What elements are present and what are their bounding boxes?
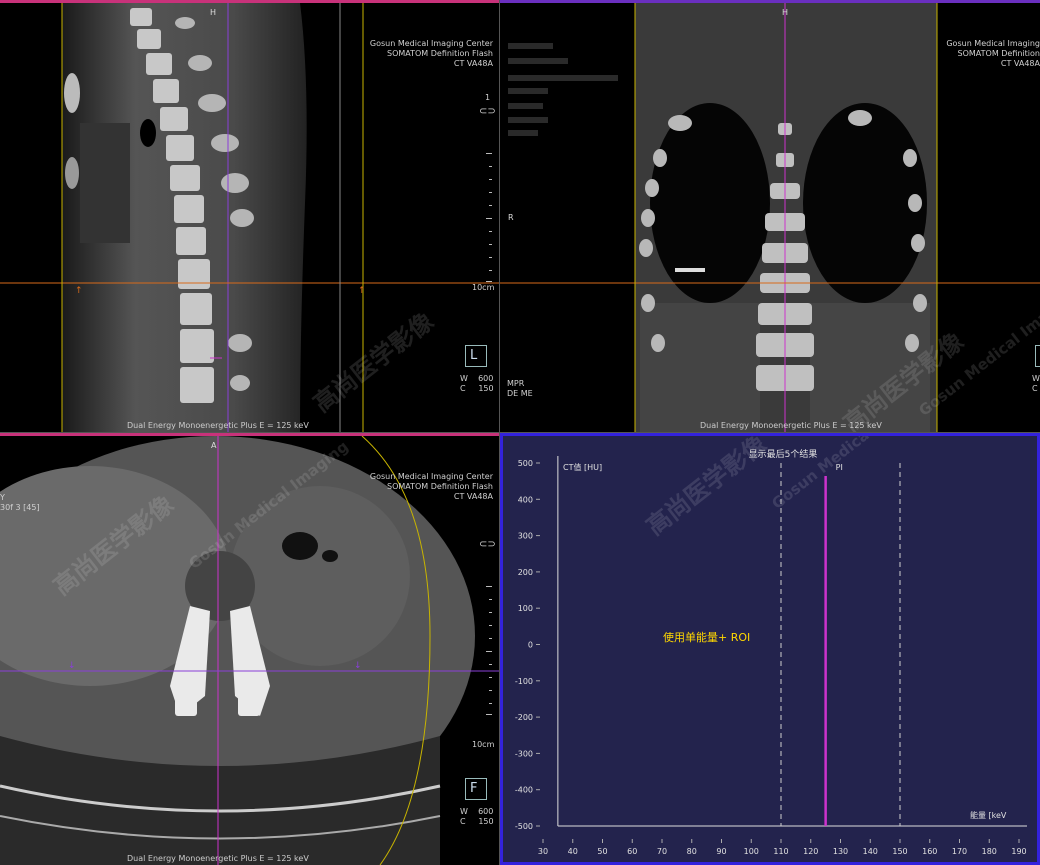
energy-curve-panel[interactable]: 显示最后5个结果 CT值 [HU] 能量 [keV 使用单能量+ ROI PI … [500,433,1040,865]
series-info-partial: Y 30f 3 [45] [0,493,40,512]
viewport-separator-horizontal [0,432,1040,433]
x-tick-label: 160 [922,847,937,856]
y-tick-label: 200 [518,568,533,577]
y-tick-label: -100 [515,677,533,686]
redacted-text [508,130,538,136]
institution-info: Gosun Medical Imaging Center SOMATOM Def… [369,472,493,501]
x-tick-label: 50 [597,847,607,856]
scale-label: 10cm [472,740,495,749]
svg-text:↑: ↑ [75,286,83,296]
redacted-text [508,58,568,64]
y-tick-label: 400 [518,495,533,504]
orientation-left-label: R [508,213,514,222]
mpr-mode-info: MPR DE ME [507,379,533,398]
image-index: 1 [485,93,491,102]
scale-ruler [486,153,492,283]
svg-text:↓: ↓ [354,661,362,671]
sagittal-viewport[interactable]: ↑ ↑ H Gosun Medical Imaging Center SOMAT… [0,0,499,432]
institution-info: Gosun Medical Imaging SOMATOM Definition… [946,39,1040,68]
x-axis-label: 能量 [keV [970,810,1007,820]
x-tick-label: 30 [538,847,548,856]
svg-text:↓: ↓ [68,661,76,671]
redacted-text [508,88,548,94]
y-tick-label: -400 [515,786,533,795]
scale-ruler [486,586,492,716]
orientation-top-label: A [211,441,217,450]
x-tick-label: 100 [744,847,759,856]
redacted-text [508,103,543,109]
y-tick-label: -200 [515,713,533,722]
window-level-info: W 600 C 150 [460,807,494,826]
axial-viewport[interactable]: ↓ ↓ A Y 30f 3 [45] Gosun Medical Imaging… [0,433,499,865]
link-icon[interactable]: ⊂⊃ [479,540,496,550]
x-tick-label: 80 [687,847,697,856]
orientation-top-label: H [782,8,789,17]
y-tick-label: 300 [518,532,533,541]
orientation-cube-icon[interactable]: L [465,345,487,367]
x-tick-label: 180 [982,847,997,856]
orientation-cube-icon[interactable]: F [465,778,487,800]
reconstruction-footer: Dual Energy Monoenergetic Plus E = 125 k… [127,854,309,863]
window-level-info: W 600 C 150 [460,374,494,393]
link-icon[interactable]: ⊂⊃ [479,107,496,117]
y-tick-label: 0 [528,641,533,650]
x-tick-label: 170 [952,847,967,856]
x-tick-label: 150 [892,847,907,856]
redacted-text [508,117,548,123]
scale-label: 10cm [472,283,495,292]
coronal-viewport[interactable]: H R Gosun Medical Imaging SOMATOM Defini… [500,0,1040,432]
redacted-text [508,75,618,81]
x-tick-label: 130 [833,847,848,856]
x-tick-label: 60 [627,847,637,856]
y-axis-label: CT值 [HU] [563,462,602,472]
x-tick-label: 110 [773,847,788,856]
y-tick-label: 500 [518,459,533,468]
x-tick-label: 40 [568,847,578,856]
institution-info: Gosun Medical Imaging Center SOMATOM Def… [369,39,493,68]
svg-text:↑: ↑ [358,286,366,296]
x-tick-label: 120 [803,847,818,856]
orientation-cube-icon[interactable] [1035,345,1040,367]
x-tick-label: 70 [657,847,667,856]
redacted-text [508,43,553,49]
x-tick-label: 90 [716,847,726,856]
reconstruction-footer: Dual Energy Monoenergetic Plus E = 125 k… [127,421,309,430]
window-level-info: WC [1032,374,1040,393]
y-tick-label: 100 [518,604,533,613]
y-tick-label: -300 [515,749,533,758]
orientation-top-label: H [210,8,217,17]
y-tick-label: -500 [515,822,533,831]
roi-annotation: 使用单能量+ ROI [663,630,750,644]
x-tick-label: 140 [863,847,878,856]
x-tick-label: 190 [1011,847,1026,856]
